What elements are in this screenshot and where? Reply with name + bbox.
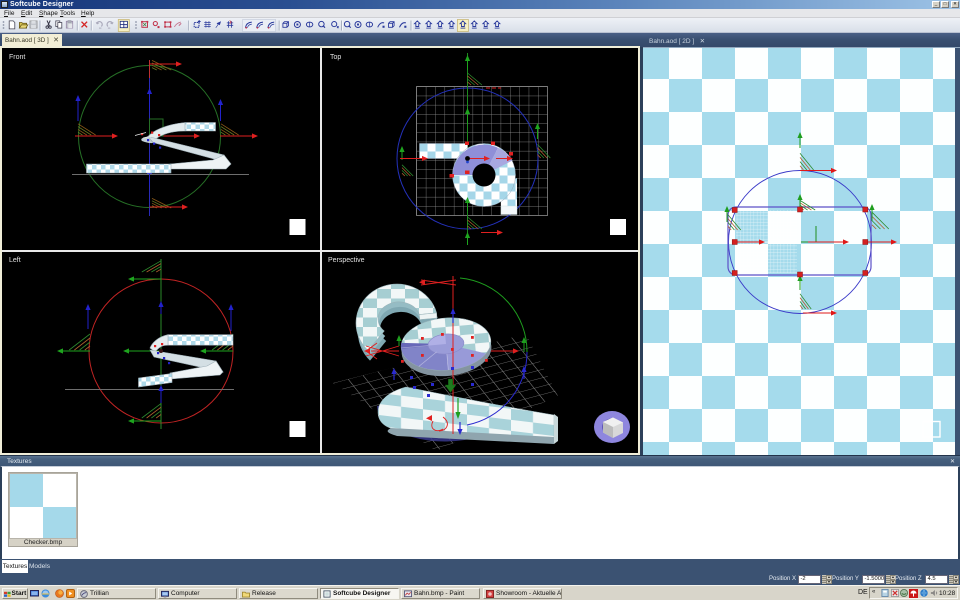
svg-text:Left: Left	[9, 257, 21, 264]
svg-text:Front: Front	[9, 54, 25, 61]
svg-text:Perspective: Perspective	[328, 257, 365, 264]
svg-text:Top: Top	[330, 54, 341, 61]
